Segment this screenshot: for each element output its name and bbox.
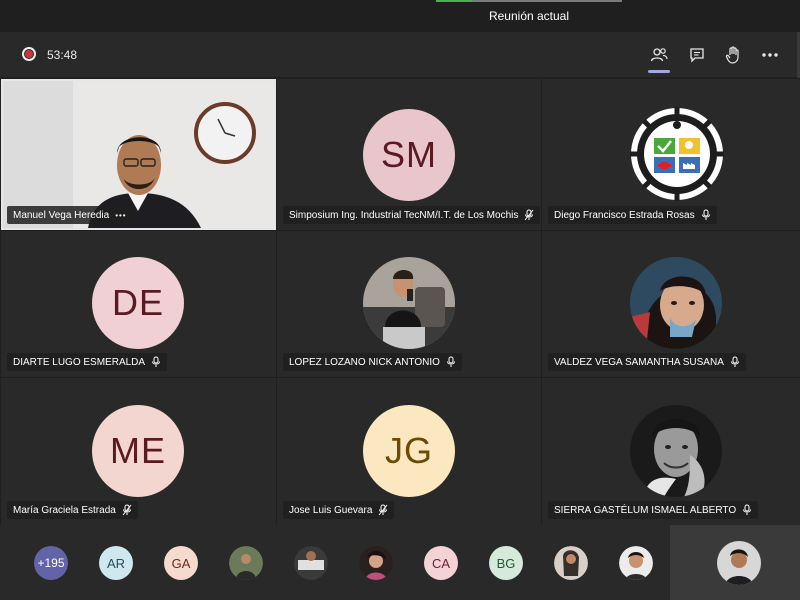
participant-nameplate: DIARTE LUGO ESMERALDA (7, 353, 168, 371)
avatar-photo[interactable] (554, 546, 588, 580)
more-icon[interactable]: ••• (115, 211, 126, 220)
avatar-image (229, 546, 263, 580)
mic-muted-icon (122, 504, 132, 516)
participant-tile[interactable]: LOPEZ LOZANO NICK ANTONIO (277, 231, 541, 377)
avatar: SM (363, 109, 455, 201)
participant-nameplate: Simposium Ing. Industrial TecNM/I.T. de … (283, 206, 541, 224)
avatar-image (554, 546, 588, 580)
video-grid: Manuel Vega Heredia ••• SM Simposium Ing… (0, 79, 800, 525)
avatar[interactable]: GA (164, 546, 198, 580)
participant-nameplate: SIERRA GASTÉLUM ISMAEL ALBERTO (548, 501, 759, 519)
avatar-image (619, 546, 653, 580)
participant-nameplate: Jose Luis Guevara (283, 501, 395, 519)
self-view[interactable] (670, 525, 800, 600)
mic-muted-icon (379, 504, 388, 516)
avatar-image (359, 546, 393, 580)
more-options-button[interactable] (757, 43, 783, 67)
participant-name: Manuel Vega Heredia (13, 209, 110, 221)
participant-nameplate: Manuel Vega Heredia ••• (7, 206, 133, 224)
mic-icon (701, 209, 710, 220)
participant-nameplate: VALDEZ VEGA SAMANTHA SUSANA (548, 353, 746, 371)
participant-tile[interactable]: VALDEZ VEGA SAMANTHA SUSANA (542, 231, 800, 377)
chat-button[interactable] (684, 43, 710, 67)
avatar-image (294, 546, 328, 580)
participant-nameplate: María Graciela Estrada (7, 501, 138, 519)
participant-tile[interactable]: Diego Francisco Estrada Rosas (542, 79, 800, 230)
chat-icon (690, 48, 704, 63)
avatar: ME (92, 405, 184, 497)
participant-photo (630, 257, 722, 349)
mic-icon (730, 356, 739, 367)
participant-tile[interactable]: SM Simposium Ing. Industrial TecNM/I.T. … (277, 79, 541, 230)
meeting-toolbar: 53:48 (0, 32, 800, 78)
avatar[interactable]: BG (489, 546, 523, 580)
title-accent-green (436, 0, 472, 2)
participant-tile[interactable]: Manuel Vega Heredia ••• (1, 79, 276, 230)
avatar: DE (92, 257, 184, 349)
meeting-timer: 53:48 (47, 48, 78, 62)
participant-tile[interactable]: SIERRA GASTÉLUM ISMAEL ALBERTO (542, 378, 800, 525)
overflow-participants-button[interactable]: +195 (34, 546, 68, 580)
mic-icon (152, 356, 161, 367)
participant-name: Simposium Ing. Industrial TecNM/I.T. de … (289, 209, 519, 221)
participant-tray: +195 AR GA CA BG (0, 525, 800, 600)
participant-nameplate: LOPEZ LOZANO NICK ANTONIO (283, 353, 462, 371)
avatar[interactable]: AR (99, 546, 133, 580)
avatar-photo[interactable] (359, 546, 393, 580)
more-icon (762, 53, 778, 57)
participant-name: SIERRA GASTÉLUM ISMAEL ALBERTO (554, 504, 737, 516)
participant-name: LOPEZ LOZANO NICK ANTONIO (289, 356, 440, 368)
avatar-photo[interactable] (294, 546, 328, 580)
participants-button[interactable] (646, 43, 672, 67)
institution-logo (630, 107, 724, 201)
window-title: Reunión actual (488, 9, 570, 23)
participants-active-indicator (648, 70, 670, 73)
participant-tile[interactable]: JG Jose Luis Guevara (277, 378, 541, 525)
raise-hand-icon (725, 46, 739, 64)
participant-name: VALDEZ VEGA SAMANTHA SUSANA (554, 356, 724, 368)
participant-nameplate: Diego Francisco Estrada Rosas (548, 206, 717, 224)
avatar-photo[interactable] (619, 546, 653, 580)
record-icon (22, 47, 36, 61)
mic-icon (446, 356, 455, 367)
participants-icon (650, 48, 668, 62)
mic-icon (743, 504, 752, 515)
avatar[interactable]: CA (424, 546, 458, 580)
participant-tile[interactable]: ME María Graciela Estrada (1, 378, 276, 525)
avatar-photo[interactable] (229, 546, 263, 580)
title-bar: Reunión actual (0, 0, 800, 32)
participant-name: DIARTE LUGO ESMERALDA (13, 356, 146, 368)
participant-photo (630, 405, 722, 497)
raise-hand-button[interactable] (720, 43, 746, 67)
avatar: JG (363, 405, 455, 497)
participant-name: Diego Francisco Estrada Rosas (554, 209, 695, 221)
participant-name: Jose Luis Guevara (289, 504, 373, 516)
participant-name: María Graciela Estrada (13, 504, 116, 516)
self-avatar (717, 541, 761, 585)
participant-tile[interactable]: DE DIARTE LUGO ESMERALDA (1, 231, 276, 377)
participant-photo (363, 257, 455, 349)
mic-muted-icon (524, 209, 534, 221)
